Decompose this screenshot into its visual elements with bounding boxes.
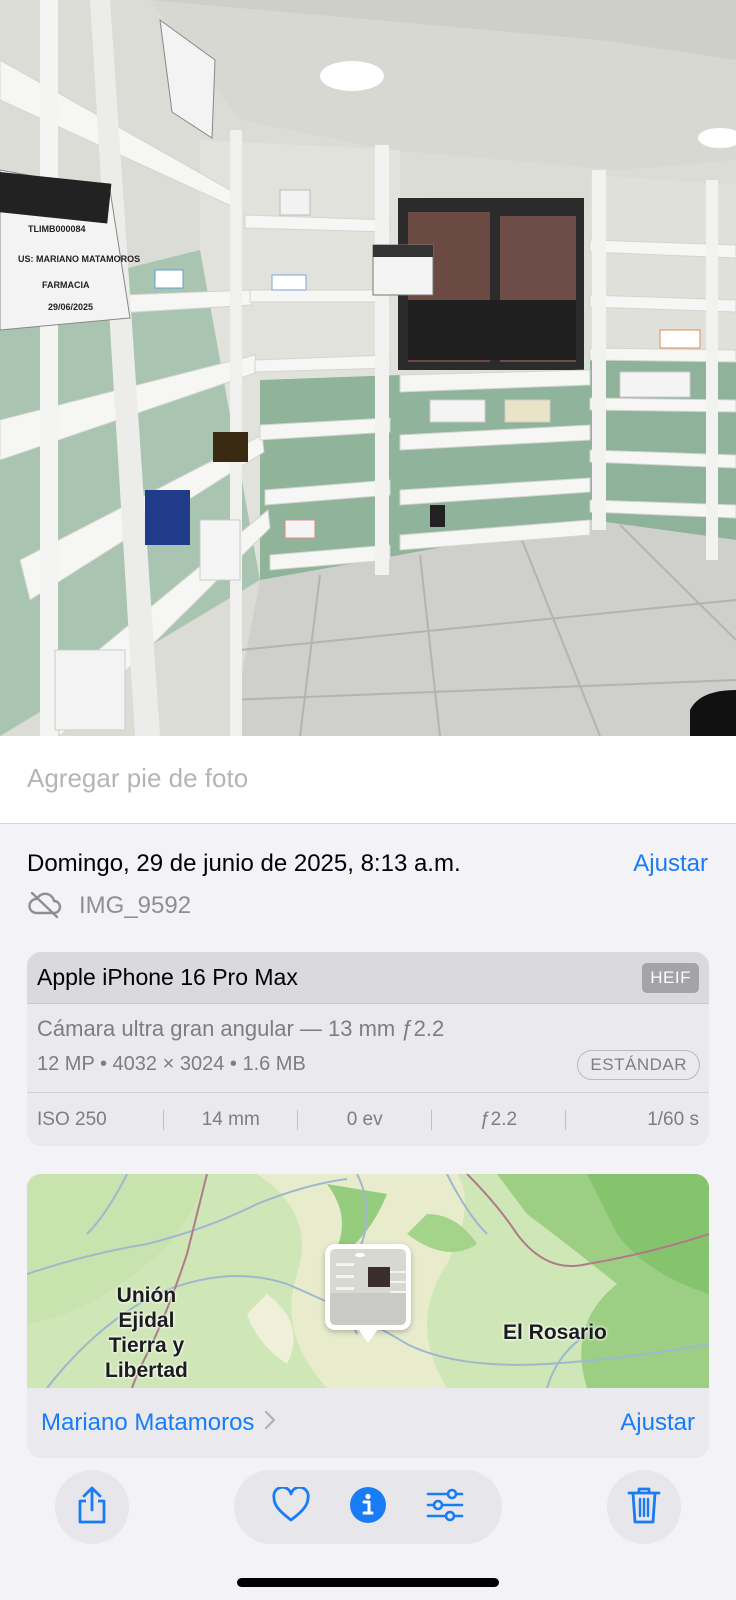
svg-text:FARMACIA: FARMACIA — [42, 280, 90, 290]
format-badge: HEIF — [642, 962, 699, 993]
location-name: Mariano Matamoros — [41, 1409, 255, 1436]
trash-icon — [626, 1485, 662, 1530]
delete-button[interactable] — [607, 1470, 681, 1544]
adjust-location-button[interactable]: Ajustar — [620, 1409, 695, 1437]
edit-button[interactable] — [418, 1480, 472, 1534]
map-label-el-rosario: El Rosario — [503, 1321, 607, 1344]
file-name: IMG_9592 — [79, 892, 192, 919]
image-specs: 12 MP • 4032 × 3024 • 1.6 MB — [37, 1053, 306, 1075]
photo-thumbnail — [330, 1249, 406, 1325]
exif-row: ISO 250 14 mm 0 ev ƒ2.2 1/60 s — [27, 1092, 709, 1146]
map-label-union-ejidal: Unión Ejidal Tierra y Libertad — [105, 1284, 188, 1382]
photo-view[interactable]: TLIMB000084 US: MARIANO MATAMOROS FARMAC… — [0, 0, 736, 736]
info-icon — [348, 1485, 388, 1530]
location-map[interactable]: Unión Ejidal Tierra y Libertad El Rosari… — [27, 1174, 709, 1389]
photo-location-pin[interactable] — [325, 1244, 411, 1343]
favorite-button[interactable] — [264, 1480, 318, 1534]
location-name-link[interactable]: Mariano Matamoros — [41, 1409, 276, 1437]
svg-text:US: MARIANO MATAMOROS: US: MARIANO MATAMOROS — [18, 254, 140, 264]
exif-exposure-value: 0 ev — [346, 1108, 383, 1130]
photo-style-badge[interactable]: ESTÁNDAR — [577, 1050, 700, 1080]
exif-shutter-speed: 1/60 s — [647, 1108, 699, 1130]
caption-area — [0, 736, 736, 824]
lens-info: Cámara ultra gran angular — 13 mm ƒ2.2 — [37, 1016, 445, 1041]
camera-info-card: Apple iPhone 16 Pro Max HEIF Cámara ultr… — [27, 952, 709, 1146]
caption-input[interactable] — [27, 758, 707, 798]
location-footer: Mariano Matamoros Ajustar — [27, 1388, 709, 1458]
heart-icon — [271, 1485, 311, 1528]
exif-aperture: ƒ2.2 — [480, 1108, 518, 1130]
chevron-right-icon — [264, 1409, 276, 1437]
svg-text:TLIMB000084: TLIMB000084 — [28, 224, 86, 234]
camera-model: Apple iPhone 16 Pro Max — [37, 964, 298, 990]
sliders-icon — [425, 1487, 465, 1528]
adjust-date-button[interactable]: Ajustar — [633, 850, 708, 878]
exif-iso: ISO 250 — [37, 1108, 107, 1130]
home-indicator[interactable] — [237, 1578, 499, 1587]
file-info: IMG_9592 — [27, 890, 191, 922]
pharmacy-photo: TLIMB000084 US: MARIANO MATAMOROS FARMAC… — [0, 0, 736, 736]
exif-focal-length: 14 mm — [201, 1108, 260, 1130]
camera-card-header: Apple iPhone 16 Pro Max HEIF — [27, 952, 709, 1004]
svg-text:29/06/2025: 29/06/2025 — [48, 302, 93, 312]
share-button[interactable] — [55, 1470, 129, 1544]
location-card: Unión Ejidal Tierra y Libertad El Rosari… — [27, 1174, 709, 1458]
cloud-slash-icon — [27, 889, 63, 924]
capture-date: Domingo, 29 de junio de 2025, 8:13 a.m. — [27, 850, 461, 877]
share-icon — [74, 1485, 110, 1530]
photo-actions-group — [234, 1470, 502, 1544]
info-button[interactable] — [341, 1480, 395, 1534]
